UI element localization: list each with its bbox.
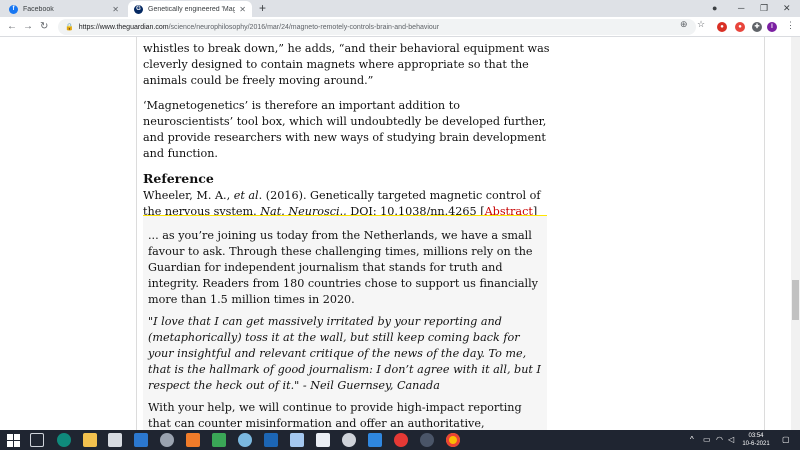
address-bar[interactable]: 🔒 https://www.theguardian.com /science/n… xyxy=(58,19,696,35)
app-icon[interactable] xyxy=(420,433,434,447)
menu-icon[interactable]: ⋮ xyxy=(786,20,795,31)
network-icon[interactable]: ▭ xyxy=(703,435,711,445)
tab-facebook[interactable]: f Facebook ✕ xyxy=(3,1,125,17)
photos-icon[interactable] xyxy=(264,433,278,447)
app-icon[interactable] xyxy=(368,433,382,447)
clock-time: 03:54 xyxy=(748,433,764,439)
close-window-icon[interactable]: ✕ xyxy=(783,1,791,16)
article-paragraph: whistles to break down,” he adds, “and t… xyxy=(143,42,550,87)
mail-icon[interactable] xyxy=(134,433,148,447)
new-tab-button[interactable]: + xyxy=(259,1,266,16)
record-icon[interactable] xyxy=(394,433,408,447)
tab-strip: f Facebook ✕ G Genetically engineered 'M… xyxy=(0,0,800,17)
store-icon[interactable] xyxy=(108,433,122,447)
reference-heading: Reference xyxy=(143,171,214,186)
restore-icon[interactable]: ❐ xyxy=(760,1,768,16)
app-icon[interactable] xyxy=(316,433,330,447)
guardian-icon: G xyxy=(134,4,143,14)
close-icon[interactable]: ✕ xyxy=(239,5,246,14)
tab-guardian-article[interactable]: G Genetically engineered 'Magneto... ✕ xyxy=(128,1,252,17)
extension-icon[interactable]: ● xyxy=(735,22,745,32)
forward-icon[interactable]: → xyxy=(23,20,33,34)
chrome-icon[interactable] xyxy=(446,433,460,447)
scrollbar[interactable] xyxy=(791,37,800,430)
back-icon[interactable]: ← xyxy=(7,20,17,34)
clock[interactable]: 03:54 10-6-2021 xyxy=(738,432,774,448)
appeal-outro: With your help, we will continue to prov… xyxy=(148,401,522,430)
settings-icon[interactable] xyxy=(342,433,356,447)
clock-date: 10-6-2021 xyxy=(742,441,770,447)
support-appeal-box: ... as you’re joining us today from the … xyxy=(143,215,547,430)
edge-icon[interactable] xyxy=(57,433,71,447)
windows-taskbar: ^ ▭ ◠ ◁ 03:54 10-6-2021 ▢ xyxy=(0,430,800,450)
app-icon[interactable] xyxy=(212,433,226,447)
browser-toolbar: ← → ↻ 🔒 https://www.theguardian.com /sci… xyxy=(0,17,800,37)
notifications-icon[interactable]: ▢ xyxy=(782,435,790,445)
lock-icon: 🔒 xyxy=(65,24,74,31)
avatar[interactable]: I xyxy=(767,22,777,32)
web-page: whistles to break down,” he adds, “and t… xyxy=(0,37,800,430)
windows-start-icon[interactable] xyxy=(6,433,20,447)
bookmark-star-icon[interactable]: ☆ xyxy=(697,19,705,30)
zoom-icon[interactable]: ⊕ xyxy=(680,19,688,30)
extension-icon[interactable]: ● xyxy=(717,22,727,32)
app-icon[interactable] xyxy=(160,433,174,447)
url-path: /science/neurophilosophy/2016/mar/24/mag… xyxy=(168,23,440,31)
tab-title: Facebook xyxy=(23,5,54,13)
task-view-icon[interactable] xyxy=(30,433,44,447)
minimize-icon[interactable]: ─ xyxy=(738,1,744,16)
app-icon[interactable] xyxy=(290,433,304,447)
tab-search-icon[interactable]: ● xyxy=(712,1,717,16)
tray-chevron-icon[interactable]: ^ xyxy=(690,435,694,445)
tab-title: Genetically engineered 'Magneto... xyxy=(148,5,236,13)
column-divider xyxy=(764,37,765,430)
reader-quote: "I love that I can get massively irritat… xyxy=(148,315,541,392)
app-icon[interactable] xyxy=(186,433,200,447)
article-body: whistles to break down,” he adds, “and t… xyxy=(143,37,553,220)
puzzle-icon[interactable]: ✚ xyxy=(752,22,762,32)
scrollbar-thumb[interactable] xyxy=(792,280,799,320)
volume-icon[interactable]: ◁ xyxy=(728,435,734,445)
url-host: https://www.theguardian.com xyxy=(78,23,169,31)
article-paragraph: ‘Magnetogenetics’ is therefore an import… xyxy=(143,99,547,160)
file-explorer-icon[interactable] xyxy=(83,433,97,447)
app-icon[interactable] xyxy=(238,433,252,447)
reload-icon[interactable]: ↻ xyxy=(40,20,48,34)
close-icon[interactable]: ✕ xyxy=(112,5,119,14)
column-divider xyxy=(136,37,137,430)
wifi-icon[interactable]: ◠ xyxy=(716,435,723,445)
facebook-icon: f xyxy=(9,4,18,14)
appeal-intro: ... as you’re joining us today from the … xyxy=(148,229,538,306)
